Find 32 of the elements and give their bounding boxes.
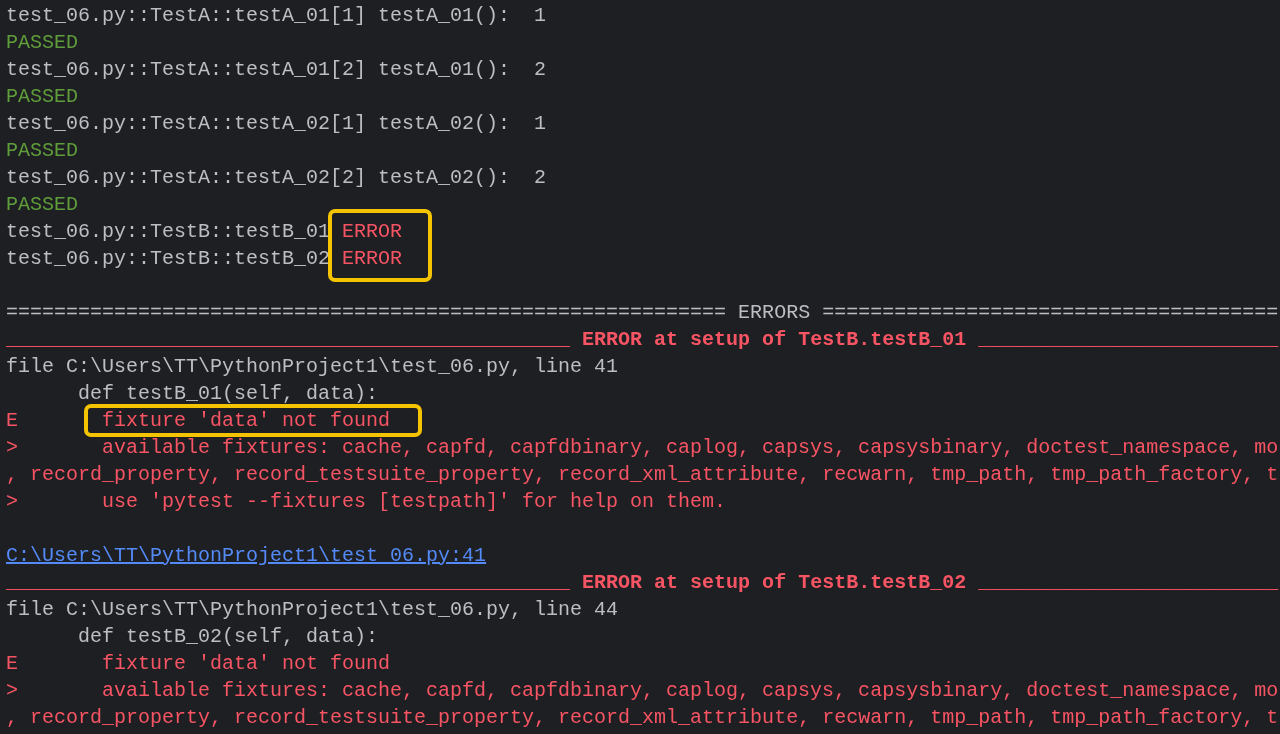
- error-text: , record_property, record_testsuite_property, record_xml_attribute, recwarn, tmp_path, tmp_path_factory, t: [6, 462, 1279, 488]
- status-label: ERROR: [328, 209, 433, 245]
- file-location: file C:\Users\TT\PythonProject1\test_06.py, line 44: [6, 597, 619, 623]
- line-marker: E: [6, 651, 19, 677]
- function-signature: def testB_01(self, data):: [78, 381, 379, 407]
- test-output: test_06.py::TestA::testA_02[2] testA_02(): 2: [6, 165, 547, 191]
- error-header: _______________________________________________ ERROR at setup of TestB.testB_01 _________________________: [6, 327, 1279, 353]
- line-marker: >: [6, 678, 19, 704]
- error-text: available fixtures: cache, capfd, capfdbinary, caplog, capsys, capsysbinary, doctest_namespace, mo: [102, 678, 1279, 704]
- line-marker: E: [6, 408, 19, 434]
- line-marker: >: [6, 489, 19, 515]
- status-label: PASSED: [6, 84, 78, 110]
- test-output: test_06.py::TestA::testA_01[2] testA_01(): 2: [6, 57, 547, 83]
- line-marker: >: [6, 435, 19, 461]
- status-label: PASSED: [6, 138, 78, 164]
- test-output: test_06.py::TestA::testA_01[1] testA_01(): 1: [6, 3, 547, 29]
- error-header: _______________________________________________ ERROR at setup of TestB.testB_02 _________________________: [6, 570, 1279, 596]
- status-label: PASSED: [6, 192, 78, 218]
- test-name: test_06.py::TestB::testB_02: [6, 246, 331, 272]
- section-separator: ============================================================ ERRORS ======================================: [6, 300, 1279, 326]
- error-text: use 'pytest --fixtures [testpath]' for help on them.: [102, 489, 727, 515]
- file-link[interactable]: C:\Users\TT\PythonProject1\test_06.py:41: [6, 542, 487, 569]
- status-label: ERROR: [328, 245, 433, 282]
- function-signature: def testB_02(self, data):: [78, 624, 379, 650]
- error-text: fixture 'data' not found: [84, 404, 423, 437]
- test-name: test_06.py::TestB::testB_01: [6, 219, 331, 245]
- error-text: available fixtures: cache, capfd, capfdbinary, caplog, capsys, capsysbinary, doctest_namespace, mo: [102, 435, 1279, 461]
- file-location: file C:\Users\TT\PythonProject1\test_06.py, line 41: [6, 354, 619, 380]
- error-text: fixture 'data' not found: [102, 651, 391, 677]
- error-text: , record_property, record_testsuite_property, record_xml_attribute, recwarn, tmp_path, tmp_path_factory, t: [6, 705, 1279, 731]
- test-output: test_06.py::TestA::testA_02[1] testA_02(): 1: [6, 111, 547, 137]
- status-label: PASSED: [6, 30, 78, 56]
